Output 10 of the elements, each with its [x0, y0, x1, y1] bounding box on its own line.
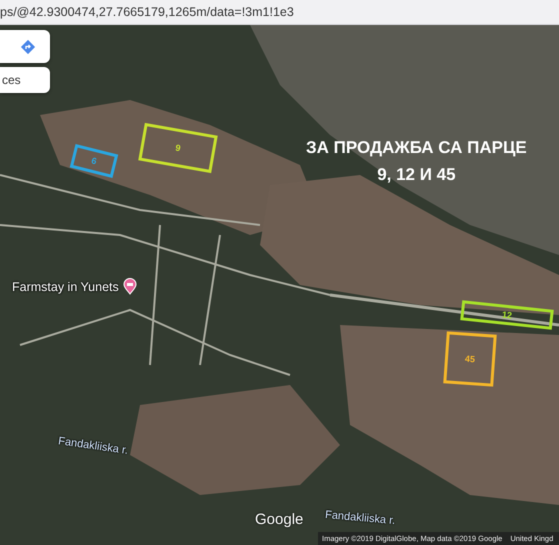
- headline-text: ЗА ПРОДАЖБА СА ПАРЦЕ: [306, 138, 527, 158]
- place-label[interactable]: Farmstay in Yunets: [12, 280, 119, 294]
- suggestion-item[interactable]: ces: [0, 67, 50, 93]
- river-label: Fandakliiska r.: [324, 508, 396, 528]
- map-pin-icon[interactable]: [122, 278, 137, 295]
- river-label: Fandakliiska r.: [58, 435, 129, 457]
- address-bar[interactable]: ps/@42.9300474,27.7665179,1265m/data=!3m1!1e3: [0, 0, 559, 25]
- plot-outline: 45: [443, 331, 497, 387]
- headline-text: 9, 12 И 45: [377, 165, 456, 185]
- google-logo: Google: [255, 511, 304, 528]
